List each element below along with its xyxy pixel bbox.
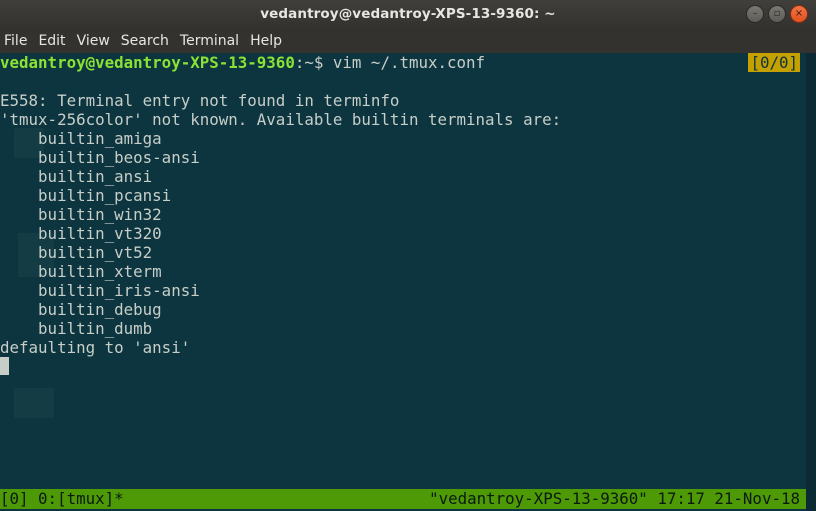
output-line: builtin_xterm: [0, 262, 162, 281]
tmux-status-right: "vedantroy-XPS-13-9360" 17:17 21-Nov-18: [429, 489, 800, 508]
output-line: builtin_debug: [0, 300, 162, 319]
menu-search[interactable]: Search: [121, 33, 169, 49]
output-line: builtin_vt52: [0, 243, 153, 262]
output-line: builtin_ansi: [0, 167, 153, 186]
output-line: builtin_vt320: [0, 224, 162, 243]
command-text: vim ~/.tmux.conf: [323, 53, 486, 72]
ghost-shape: [14, 388, 54, 418]
output-line: builtin_dumb: [0, 319, 153, 338]
title-bar[interactable]: vedantroy@vedantroy-XPS-13-9360: ~ – ▫ ×: [0, 0, 816, 28]
window-title: vedantroy@vedantroy-XPS-13-9360: ~: [260, 6, 556, 22]
menu-edit[interactable]: Edit: [38, 33, 65, 49]
output-line: E558: Terminal entry not found in termin…: [0, 91, 400, 110]
output-line: builtin_beos-ansi: [0, 148, 200, 167]
output-line: builtin_win32: [0, 205, 162, 224]
output-line: defaulting to 'ansi': [0, 338, 191, 357]
menu-view[interactable]: View: [77, 33, 110, 49]
menu-bar: File Edit View Search Terminal Help: [0, 28, 816, 53]
window-controls: – ▫ ×: [746, 5, 808, 23]
minimize-icon: –: [752, 8, 758, 19]
menu-help[interactable]: Help: [250, 33, 282, 49]
maximize-icon: ▫: [773, 8, 781, 19]
close-icon: ×: [794, 8, 804, 19]
menu-terminal[interactable]: Terminal: [180, 33, 239, 49]
output-line: builtin_pcansi: [0, 186, 172, 205]
scrollbar[interactable]: [806, 53, 816, 511]
tmux-status-left: [0] 0:[tmux]*: [0, 489, 124, 508]
output-line: builtin_amiga: [0, 129, 162, 148]
terminal-window: vedantroy@vedantroy-XPS-13-9360: ~ – ▫ ×…: [0, 0, 816, 511]
tmux-status-bar: [0] 0:[tmux]* "vedantroy-XPS-13-9360" 17…: [0, 489, 806, 509]
maximize-button[interactable]: ▫: [768, 5, 786, 23]
minimize-button[interactable]: –: [746, 5, 764, 23]
terminal-area[interactable]: vedantroy@vedantroy-XPS-13-9360:~$ vim ~…: [0, 53, 806, 511]
prompt-line: vedantroy@vedantroy-XPS-13-9360:~$ vim ~…: [0, 53, 485, 72]
output-line: 'tmux-256color' not known. Available bui…: [0, 110, 562, 129]
close-button[interactable]: ×: [790, 5, 808, 23]
pane-counter: [0/0]: [748, 53, 800, 72]
prompt-user: vedantroy@vedantroy-XPS-13-9360: [0, 53, 295, 72]
prompt-path: :~$: [294, 53, 324, 72]
text-cursor: [0, 357, 9, 375]
menu-file[interactable]: File: [4, 33, 27, 49]
output-line: builtin_iris-ansi: [0, 281, 200, 300]
